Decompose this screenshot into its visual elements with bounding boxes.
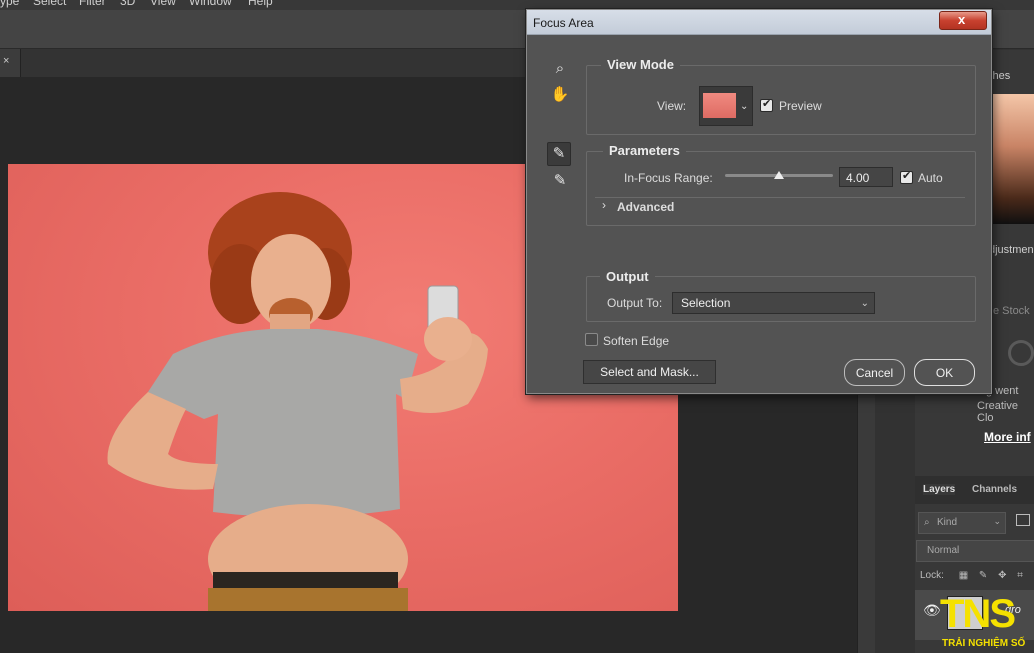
soften-edge-checkbox[interactable] bbox=[585, 333, 598, 346]
lock-position-icon[interactable]: ✥ bbox=[998, 570, 1006, 581]
kind-filter-label: Kind bbox=[937, 517, 958, 528]
focus-area-subtract-tool-icon[interactable]: ✎ bbox=[549, 170, 571, 192]
menu-select[interactable]: Select bbox=[33, 0, 66, 8]
creative-cloud-icon bbox=[1008, 340, 1034, 366]
tab-layers[interactable]: Layers bbox=[923, 484, 956, 495]
soften-edge-label: Soften Edge bbox=[603, 334, 670, 348]
blend-mode-value: Normal bbox=[927, 545, 960, 556]
eye-visibility-icon[interactable]: 👁 bbox=[923, 602, 941, 619]
parameters-group bbox=[586, 151, 976, 226]
tns-watermark-logo: TNS TRẢI NGHIỆM SỐ bbox=[940, 592, 1034, 653]
menu-filter[interactable]: Filter bbox=[79, 0, 106, 8]
select-and-mask-button[interactable]: Select and Mask... bbox=[583, 360, 716, 384]
lock-label: Lock: bbox=[920, 570, 944, 581]
color-picker-field[interactable] bbox=[992, 94, 1034, 224]
focus-area-add-tool-icon[interactable]: ✎ bbox=[547, 142, 571, 166]
view-mode-title: View Mode bbox=[601, 57, 680, 72]
menu-view[interactable]: View bbox=[150, 0, 176, 8]
zoom-tool-icon[interactable]: ⌕ bbox=[549, 58, 571, 80]
close-button[interactable]: x bbox=[939, 11, 987, 30]
chevron-down-icon: ⌄ bbox=[740, 101, 749, 112]
dialog-body: ⌕ ✋ ✎ ✎ View Mode View: ⌄ Preview Parame… bbox=[533, 40, 985, 387]
close-tab-icon[interactable]: × bbox=[3, 55, 9, 67]
slider-thumb[interactable] bbox=[774, 171, 784, 179]
in-focus-range-input[interactable]: 4.00 bbox=[839, 167, 893, 187]
lock-row: Lock: ▦ ✎ ✥ ⌗ bbox=[920, 570, 1023, 581]
watermark-brand: TNS bbox=[940, 592, 1016, 636]
auto-label: Auto bbox=[918, 171, 943, 185]
preview-checkbox[interactable] bbox=[760, 97, 773, 112]
layer-kind-filter[interactable]: ⌕ Kind ⌄ bbox=[918, 512, 1006, 534]
chevron-right-icon[interactable]: › bbox=[602, 198, 606, 212]
adjustments-tab[interactable]: djustmen bbox=[989, 244, 1034, 256]
layers-panel-tabs: Layers Channels bbox=[915, 476, 1034, 504]
advanced-toggle[interactable]: Advanced bbox=[617, 200, 674, 214]
output-to-label: Output To: bbox=[607, 296, 663, 310]
menu-window[interactable]: Window bbox=[189, 0, 232, 8]
chevron-down-icon: ⌄ bbox=[993, 516, 1001, 526]
in-focus-range-label: In-Focus Range: bbox=[624, 171, 713, 185]
lock-transparent-icon[interactable]: ▦ bbox=[959, 570, 968, 581]
output-to-select[interactable]: Selection ⌄ bbox=[672, 292, 875, 314]
preview-label: Preview bbox=[779, 99, 822, 113]
document-tab[interactable]: × bbox=[0, 49, 21, 77]
search-icon: ⌕ bbox=[924, 517, 930, 528]
blend-mode-select[interactable]: Normal bbox=[916, 540, 1034, 562]
view-thumbnail bbox=[703, 93, 736, 118]
menu-3d[interactable]: 3D bbox=[120, 0, 135, 8]
ok-button[interactable]: OK bbox=[914, 359, 975, 386]
tab-channels[interactable]: Channels bbox=[972, 484, 1017, 495]
menu-type[interactable]: ype bbox=[0, 0, 19, 8]
output-to-value: Selection bbox=[681, 296, 731, 310]
output-title: Output bbox=[600, 269, 655, 284]
hand-tool-icon[interactable]: ✋ bbox=[549, 84, 571, 106]
parameters-title: Parameters bbox=[603, 143, 686, 158]
watermark-tagline: TRẢI NGHIỆM SỐ bbox=[942, 638, 1026, 649]
cancel-button[interactable]: Cancel bbox=[844, 359, 905, 386]
adobe-stock-label: e Stock bbox=[993, 305, 1030, 317]
dialog-title: Focus Area bbox=[533, 16, 594, 30]
view-label: View: bbox=[657, 99, 687, 113]
focus-area-dialog: Focus Area x ⌕ ✋ ✎ ✎ View Mode View: ⌄ P… bbox=[526, 9, 992, 394]
image-filter-icon[interactable] bbox=[1016, 514, 1030, 526]
auto-checkbox[interactable] bbox=[900, 169, 913, 184]
panel-message-line2: Creative Clo bbox=[977, 400, 1018, 424]
chevron-down-icon: ⌄ bbox=[860, 298, 869, 309]
menu-help[interactable]: Help bbox=[248, 0, 273, 8]
divider bbox=[595, 197, 965, 198]
more-info-link[interactable]: More inf bbox=[984, 430, 1031, 444]
lock-artboard-icon[interactable]: ⌗ bbox=[1017, 570, 1023, 581]
dialog-titlebar[interactable]: Focus Area x bbox=[527, 10, 991, 35]
lock-pixels-icon[interactable]: ✎ bbox=[979, 570, 987, 581]
view-mode-select[interactable]: ⌄ bbox=[699, 86, 753, 126]
close-icon: x bbox=[958, 12, 966, 27]
